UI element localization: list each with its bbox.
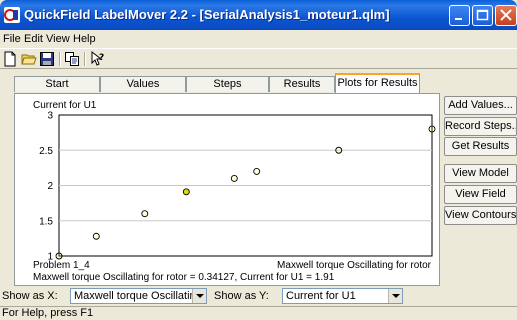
minimize-button[interactable] <box>449 5 470 26</box>
tab-steps[interactable]: Steps <box>186 76 269 92</box>
show-as-y-label: Show as Y: <box>214 290 269 302</box>
chevron-down-icon[interactable] <box>388 289 402 303</box>
title-bar: QuickField LabelMover 2.2 - [SerialAnaly… <box>0 0 517 30</box>
view-contours-button[interactable]: View Contours... <box>444 206 517 225</box>
data-point[interactable] <box>335 146 343 154</box>
plot-panel: 3 2.5 2 1.5 1 Current for U1 Problem 1_4 Max… <box>14 94 440 286</box>
data-point[interactable] <box>253 167 261 175</box>
view-model-button[interactable]: View Model <box>444 164 517 183</box>
show-as-x-label: Show as X: <box>2 290 58 302</box>
x-axis-select[interactable]: Maxwell torque Oscillating for <box>70 288 207 304</box>
menu-help[interactable]: Help <box>73 33 96 45</box>
data-point[interactable] <box>92 232 100 240</box>
menu-file[interactable]: File <box>3 33 21 45</box>
toolbar-separator <box>59 52 61 66</box>
data-point[interactable] <box>230 174 238 182</box>
tab-results[interactable]: Results <box>269 76 335 92</box>
y-tick-label: 2 <box>47 181 53 192</box>
tab-start[interactable]: Start <box>14 76 100 92</box>
y-axis-label: Current for U1 <box>33 100 97 111</box>
toolbar-separator <box>84 52 86 66</box>
menu-edit[interactable]: Edit <box>24 33 43 45</box>
menu-view[interactable]: View <box>46 33 70 45</box>
get-results-button[interactable]: Get Results <box>444 137 517 156</box>
new-file-icon[interactable] <box>2 51 20 67</box>
help-cursor-icon[interactable]: ? <box>89 51 107 67</box>
app-logo-icon[interactable] <box>4 7 20 23</box>
view-field-button[interactable]: View Field <box>444 185 517 204</box>
copy-icon[interactable] <box>64 51 82 67</box>
toolbar: ? <box>0 48 517 69</box>
tab-values[interactable]: Values <box>100 76 186 92</box>
y-tick-label: 1.5 <box>39 216 53 227</box>
tab-strip: Start Values Steps Results Plots for Res… <box>0 72 517 94</box>
cursor-readout: Maxwell torque Oscillating for rotor = 0… <box>33 272 335 283</box>
show-as-bar: Show as X: Maxwell torque Oscillating fo… <box>0 287 517 305</box>
add-values-button[interactable]: Add Values... <box>444 96 517 115</box>
scatter-plot[interactable]: 32.521.51 Current for U1 Problem 1_4 Max… <box>15 94 441 286</box>
y-axis-select-value: Current for U1 <box>286 290 356 302</box>
close-button[interactable] <box>495 5 517 26</box>
y-tick-label: 3 <box>47 111 53 122</box>
data-point-selected[interactable] <box>182 188 190 196</box>
menu-bar: File Edit View Help <box>0 30 517 48</box>
svg-text:?: ? <box>99 53 104 63</box>
data-point[interactable] <box>141 210 149 218</box>
maximize-button[interactable] <box>472 5 493 26</box>
data-point[interactable] <box>55 252 63 260</box>
x-axis-select-value: Maxwell torque Oscillating for <box>74 290 207 302</box>
x-axis-label: Maxwell torque Oscillating for rotor <box>277 260 432 271</box>
data-point[interactable] <box>428 125 436 133</box>
tab-plots-for-results[interactable]: Plots for Results <box>335 73 420 93</box>
status-bar: For Help, press F1 <box>0 306 517 320</box>
problem-label: Problem 1_4 <box>33 260 90 271</box>
chevron-down-icon[interactable] <box>192 289 206 303</box>
window-title: QuickField LabelMover 2.2 - [SerialAnaly… <box>24 7 390 22</box>
y-tick-labels: 32.521.51 <box>39 111 53 263</box>
record-steps-button[interactable]: Record Steps... <box>444 117 517 136</box>
y-axis-select[interactable]: Current for U1 <box>282 288 403 304</box>
open-folder-icon[interactable] <box>21 51 39 67</box>
y-tick-label: 2.5 <box>39 146 53 157</box>
save-icon[interactable] <box>39 51 57 67</box>
